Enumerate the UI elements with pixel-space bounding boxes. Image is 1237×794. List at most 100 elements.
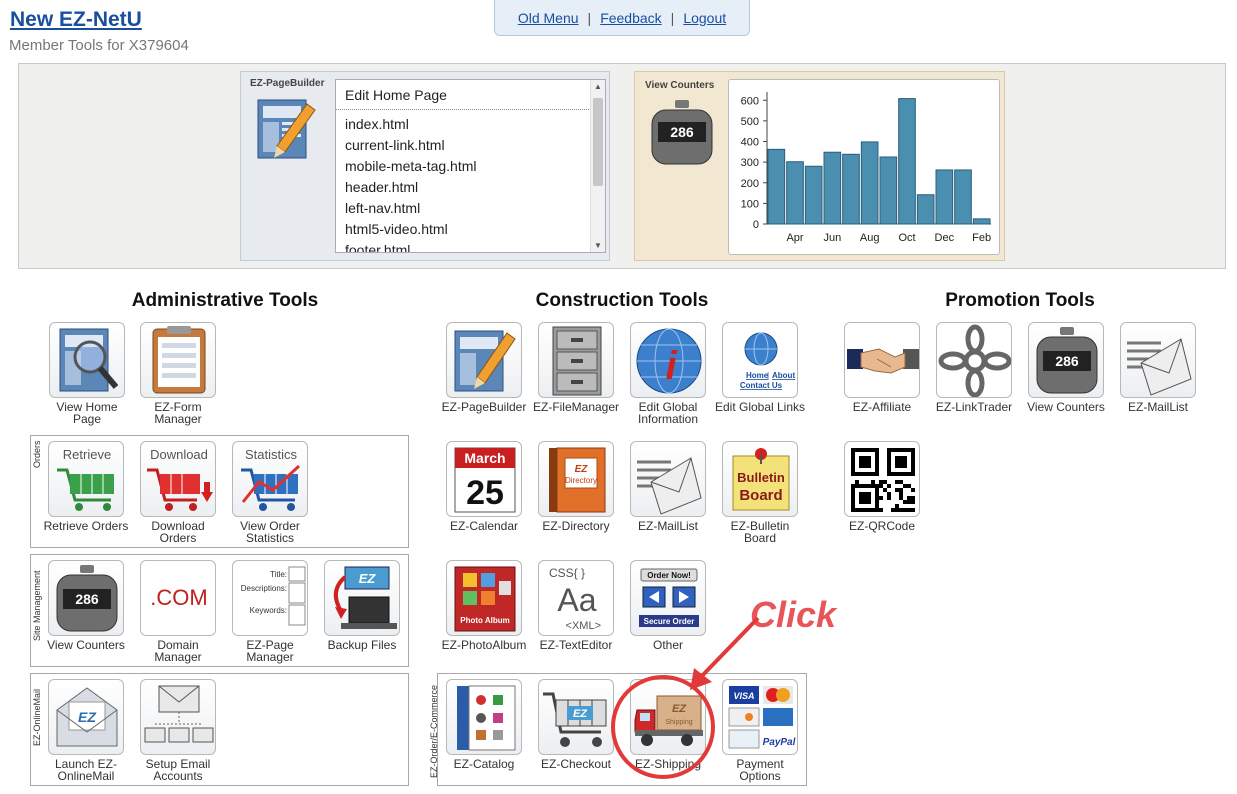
list-scrollbar[interactable]: ▲ ▼ (590, 80, 605, 252)
tool-label[interactable]: EZ-MailList (638, 519, 698, 533)
page-item[interactable]: html5-video.html (336, 219, 605, 240)
links-globe-icon[interactable]: Home | About Contact Us (722, 322, 798, 398)
clipboard-icon[interactable] (140, 322, 216, 398)
tool-label[interactable]: EZ-Calendar (450, 519, 518, 533)
linktrader-tool[interactable]: EZ-LinkTrader (928, 322, 1020, 413)
envelope-icon[interactable] (630, 441, 706, 517)
checkout-cart-icon[interactable]: EZ (538, 679, 614, 755)
photo-album-icon[interactable]: Photo Album (446, 560, 522, 636)
texteditor-tool[interactable]: CSS{ } Aa <XML> EZ-TextEditor (530, 560, 622, 651)
counter-icon[interactable]: 286 (1028, 322, 1104, 398)
download-cart-icon[interactable]: Download (140, 441, 216, 517)
tool-label[interactable]: Edit Global Information (638, 400, 698, 426)
tool-label[interactable]: EZ-Catalog (454, 757, 515, 771)
view-counters-promo-tool[interactable]: 286 View Counters (1020, 322, 1112, 413)
envelope-icon[interactable] (1120, 322, 1196, 398)
scroll-up-icon[interactable]: ▲ (591, 82, 605, 91)
page-manager-tool[interactable]: Title: Descriptions: Keywords: EZ-Page Man… (224, 560, 316, 663)
tool-label[interactable]: Download Orders (151, 519, 204, 545)
tool-label[interactable]: View Home Page (56, 400, 117, 426)
launch-onlinemail-tool[interactable]: EZ Launch EZ-OnlineMail (40, 679, 132, 782)
checkout-tool[interactable]: EZ EZ-Checkout (530, 679, 622, 770)
chain-links-icon[interactable] (936, 322, 1012, 398)
tool-label[interactable]: Setup Email Accounts (146, 757, 211, 783)
page-item[interactable]: index.html (336, 114, 605, 135)
order-statistics-tool[interactable]: Statistics View Order Statistics (224, 441, 316, 544)
page-item[interactable]: header.html (336, 177, 605, 198)
tool-label[interactable]: Other (653, 638, 683, 652)
edit-global-links-tool[interactable]: Home | About Contact Us Edit Global Links (714, 322, 806, 413)
tool-label[interactable]: EZ-Bulletin Board (731, 519, 790, 545)
tool-label[interactable]: EZ-LinkTrader (936, 400, 1012, 414)
tool-label[interactable]: EZ-QRCode (849, 519, 915, 533)
page-item[interactable]: footer.html (336, 240, 605, 252)
tool-label[interactable]: EZ-MailList (1128, 400, 1188, 414)
tool-label[interactable]: Retrieve Orders (44, 519, 129, 533)
retrieve-cart-icon[interactable]: Retrieve (48, 441, 124, 517)
maillist-promo-tool[interactable]: EZ-MailList (1112, 322, 1204, 413)
tool-label[interactable]: Edit Global Links (715, 400, 805, 414)
backup-icon[interactable]: EZ (324, 560, 400, 636)
statistics-cart-icon[interactable]: Statistics (232, 441, 308, 517)
domain-icon[interactable]: .COM (140, 560, 216, 636)
backup-files-tool[interactable]: EZ Backup Files (316, 560, 408, 651)
scroll-thumb[interactable] (593, 98, 603, 186)
download-orders-tool[interactable]: Download Download Orders (132, 441, 224, 544)
pagebuilder-tool[interactable]: EZ-PageBuilder (438, 322, 530, 413)
page-item[interactable]: left-nav.html (336, 198, 605, 219)
tool-label[interactable]: EZ-Form Manager (154, 400, 201, 426)
filemanager-tool[interactable]: EZ-FileManager (530, 322, 622, 413)
tool-label[interactable]: EZ-Checkout (541, 757, 611, 771)
old-menu-link[interactable]: Old Menu (509, 10, 588, 26)
page-list[interactable]: Edit Home Page index.html current-link.h… (335, 79, 606, 253)
calendar-icon[interactable]: March 25 (446, 441, 522, 517)
tool-label[interactable]: EZ-Affiliate (853, 400, 911, 414)
logout-link[interactable]: Logout (674, 10, 735, 26)
tool-label[interactable]: EZ-Page Manager (246, 638, 293, 664)
directory-tool[interactable]: EZ Directory EZ-Directory (530, 441, 622, 532)
bulletin-icon[interactable]: Bulletin Board (722, 441, 798, 517)
tool-label[interactable]: EZ-PhotoAlbum (442, 638, 527, 652)
counter-icon[interactable]: 286 (649, 98, 715, 168)
edit-home-page-item[interactable]: Edit Home Page (336, 80, 605, 110)
tool-label[interactable]: View Counters (1027, 400, 1105, 414)
view-counters-admin-tool[interactable]: 286 View Counters (40, 560, 132, 651)
maillist-tool[interactable]: EZ-MailList (622, 441, 714, 532)
catalog-icon[interactable] (446, 679, 522, 755)
bulletin-board-tool[interactable]: Bulletin Board EZ-Bulletin Board (714, 441, 806, 544)
form-manager-tool[interactable]: EZ-Form Manager (132, 322, 224, 425)
view-home-page-tool[interactable]: View Home Page (41, 322, 133, 425)
setup-email-tool[interactable]: Setup Email Accounts (132, 679, 224, 782)
page-item[interactable]: current-link.html (336, 135, 605, 156)
other-tool[interactable]: Order Now! Secure Order Other (622, 560, 714, 651)
counter-icon[interactable]: 286 (48, 560, 124, 636)
text-editor-icon[interactable]: CSS{ } Aa <XML> (538, 560, 614, 636)
mail-open-icon[interactable]: EZ (48, 679, 124, 755)
tool-label[interactable]: View Counters (47, 638, 125, 652)
affiliate-tool[interactable]: EZ-Affiliate (836, 322, 928, 413)
payment-cards-icon[interactable]: VISA PayPal (722, 679, 798, 755)
tool-label[interactable]: Launch EZ-OnlineMail (55, 757, 117, 783)
tool-label[interactable]: EZ-PageBuilder (442, 400, 527, 414)
retrieve-orders-tool[interactable]: Retrieve Retrieve Orders (40, 441, 132, 532)
page-manager-icon[interactable]: Title: Descriptions: Keywords: (232, 560, 308, 636)
tool-label[interactable]: EZ-TextEditor (540, 638, 613, 652)
domain-manager-tool[interactable]: .COM Domain Manager (132, 560, 224, 663)
home-page-icon[interactable] (49, 322, 125, 398)
photoalbum-tool[interactable]: Photo Album EZ-PhotoAlbum (438, 560, 530, 651)
payment-options-tool[interactable]: VISA PayPal Payment Options (714, 679, 806, 782)
tool-label[interactable]: View Order Statistics (240, 519, 300, 545)
pagebuilder-icon[interactable] (255, 96, 321, 164)
order-buttons-icon[interactable]: Order Now! Secure Order (630, 560, 706, 636)
edit-global-info-tool[interactable]: i Edit Global Information (622, 322, 714, 425)
tool-label[interactable]: EZ-FileManager (533, 400, 619, 414)
feedback-link[interactable]: Feedback (591, 10, 670, 26)
directory-book-icon[interactable]: EZ Directory (538, 441, 614, 517)
page-item[interactable]: mobile-meta-tag.html (336, 156, 605, 177)
calendar-tool[interactable]: March 25 EZ-Calendar (438, 441, 530, 532)
qrcode-tool[interactable]: EZ-QRCode (836, 441, 928, 532)
catalog-tool[interactable]: EZ-Catalog (438, 679, 530, 770)
scroll-down-icon[interactable]: ▼ (591, 241, 605, 250)
email-accounts-icon[interactable] (140, 679, 216, 755)
qr-code-icon[interactable] (844, 441, 920, 517)
